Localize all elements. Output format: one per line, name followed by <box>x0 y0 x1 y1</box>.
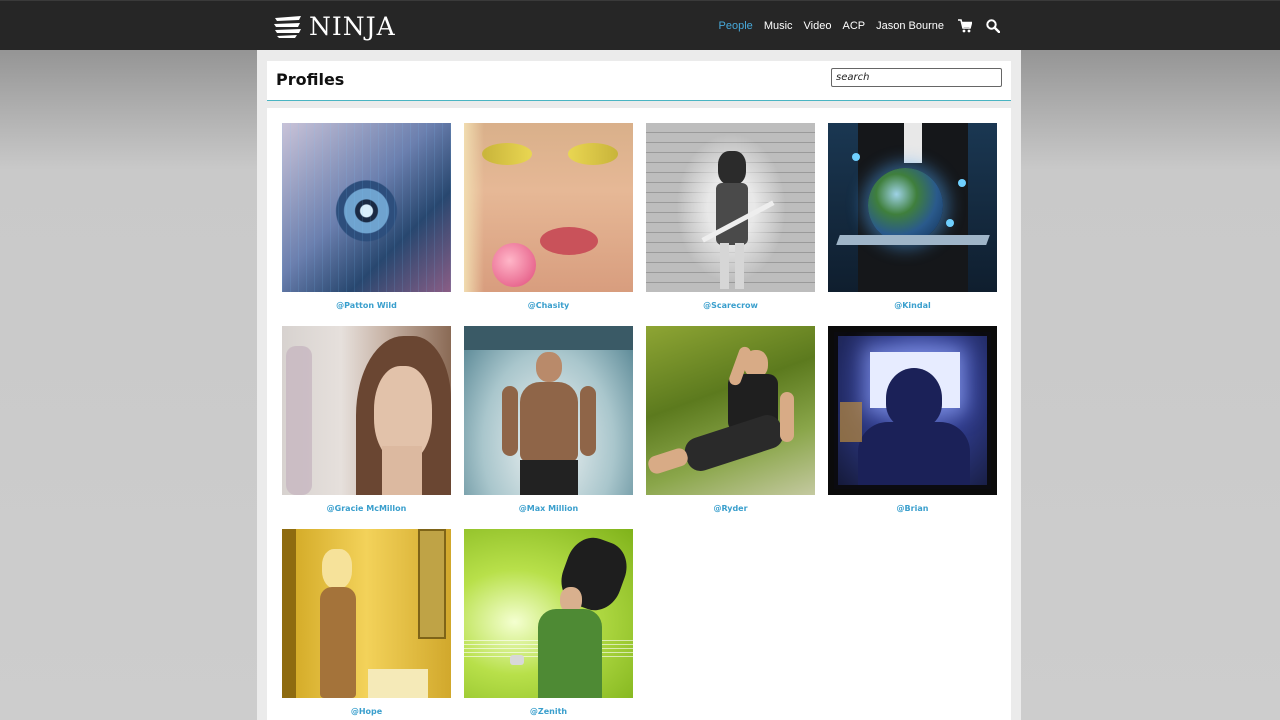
profile-card[interactable]: @Gracie McMillon <box>282 326 451 518</box>
profile-name-link[interactable]: @Hope <box>282 707 451 720</box>
nav-item-acp[interactable]: ACP <box>842 20 865 32</box>
profiles-header: Profiles <box>267 61 1011 101</box>
nav-item-people[interactable]: People <box>719 20 753 32</box>
profile-card[interactable]: @Scarecrow <box>646 123 815 315</box>
profile-card[interactable]: @Kindal <box>828 123 997 315</box>
profile-name-link[interactable]: @Chasity <box>464 301 633 315</box>
search-input[interactable] <box>831 68 1002 87</box>
ninja-logo-icon <box>274 16 301 38</box>
profile-photo[interactable] <box>646 326 815 495</box>
profile-photo[interactable] <box>464 326 633 495</box>
profile-photo[interactable] <box>828 123 997 292</box>
nav-item-music[interactable]: Music <box>764 20 793 32</box>
profile-name-link[interactable]: @Gracie McMillon <box>282 504 451 518</box>
profile-name-link[interactable]: @Scarecrow <box>646 301 815 315</box>
profile-card[interactable]: @Chasity <box>464 123 633 315</box>
profile-card[interactable]: @Brian <box>828 326 997 518</box>
profile-name-link[interactable]: @Ryder <box>646 504 815 518</box>
brand-name: NINJA <box>309 12 396 41</box>
cart-icon[interactable] <box>958 19 972 33</box>
page-title: Profiles <box>276 70 345 89</box>
profile-photo[interactable] <box>646 123 815 292</box>
profiles-panel: @Patton Wild @Chasity @Scarecrow @Kindal… <box>267 108 1011 720</box>
profile-card[interactable]: @Max Million <box>464 326 633 518</box>
profile-name-link[interactable]: @Brian <box>828 504 997 518</box>
profile-photo[interactable] <box>828 326 997 495</box>
top-nav-bar: NINJA People Music Video ACP Jason Bourn… <box>0 0 1280 50</box>
page-container: Profiles @Patton Wild @Chasi <box>257 50 1021 720</box>
profile-name-link[interactable]: @Zenith <box>464 707 633 720</box>
profile-card[interactable]: @Patton Wild <box>282 123 451 315</box>
profile-photo[interactable] <box>464 123 633 292</box>
profile-grid: @Patton Wild @Chasity @Scarecrow @Kindal… <box>282 123 997 720</box>
profile-photo[interactable] <box>282 123 451 292</box>
main-nav: People Music Video ACP Jason Bourne <box>708 1 1000 51</box>
profile-name-link[interactable]: @Kindal <box>828 301 997 315</box>
search-icon[interactable] <box>986 19 1000 33</box>
profile-name-link[interactable]: @Patton Wild <box>282 301 451 315</box>
nav-item-user[interactable]: Jason Bourne <box>876 20 944 32</box>
profile-card[interactable]: @Hope <box>282 529 451 720</box>
profile-name-link[interactable]: @Max Million <box>464 504 633 518</box>
nav-item-video[interactable]: Video <box>804 20 832 32</box>
profile-photo[interactable] <box>464 529 633 698</box>
profile-photo[interactable] <box>282 326 451 495</box>
profile-photo[interactable] <box>282 529 451 698</box>
brand-logo[interactable]: NINJA <box>273 14 396 40</box>
profile-card[interactable]: @Zenith <box>464 529 633 720</box>
profile-card[interactable]: @Ryder <box>646 326 815 518</box>
